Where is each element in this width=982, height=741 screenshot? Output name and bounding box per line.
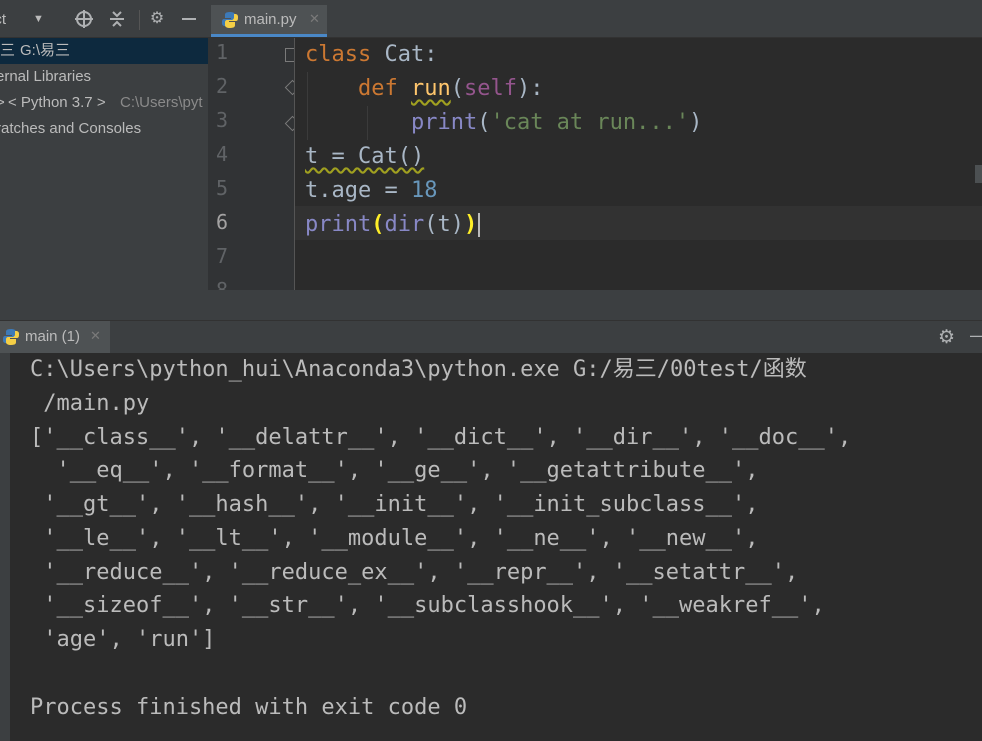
project-panel: ect ▼ ⚙ 三 G:\易三 ernal Libraries > < Pyth… <box>0 0 208 320</box>
matched-brace: ( <box>371 212 385 237</box>
tree-item-label: ratches and Consoles <box>0 120 142 137</box>
fold-marker-icon[interactable] <box>285 48 294 62</box>
line-number: 7 <box>216 244 229 268</box>
line-number: 1 <box>216 40 229 64</box>
builtin-call: print <box>305 212 372 237</box>
run-tab-main[interactable]: main (1) ✕ <box>0 321 110 353</box>
code-line-3: print('cat at run...') <box>305 106 702 140</box>
console-line: '__reduce__', '__reduce_ex__', '__repr__… <box>30 560 799 585</box>
matched-brace: ) <box>463 212 478 237</box>
console-line: ['__class__', '__delattr__', '__dict__',… <box>30 425 852 450</box>
project-view-selector[interactable]: ect <box>0 11 6 28</box>
code-text: t.age = <box>305 178 411 203</box>
editor-tab-bar: main.py ✕ <box>208 0 982 38</box>
gear-icon[interactable]: ⚙ <box>938 326 955 349</box>
tree-item-python-sdk[interactable]: > < Python 3.7 > C:\Users\pyt <box>0 90 208 116</box>
code-text: ( <box>477 110 491 135</box>
editor-bottom-area <box>208 290 982 320</box>
run-toolbar-strip <box>0 353 10 741</box>
code-line-2: def run(self): <box>305 72 543 106</box>
code-editor[interactable]: class Cat: def run(self): print('cat at … <box>295 38 982 290</box>
console-line: '__le__', '__lt__', '__module__', '__ne_… <box>30 526 759 551</box>
tree-item-path: C:\Users\pyt <box>120 94 203 111</box>
console-line: '__gt__', '__hash__', '__init__', '__ini… <box>30 492 759 517</box>
code-line-5: t.age = 18 <box>305 174 437 208</box>
code-text: Cat: <box>371 42 438 67</box>
keyword: class <box>305 42 372 67</box>
run-panel-header: main (1) ✕ ⚙ — <box>0 320 982 354</box>
fold-marker-icon[interactable] <box>284 79 294 96</box>
project-tree: 三 G:\易三 ernal Libraries > < Python 3.7 >… <box>0 38 208 142</box>
tree-item-label: G:\易三 <box>20 42 71 59</box>
tab-main-py[interactable]: main.py ✕ <box>211 5 327 37</box>
number-literal: 18 <box>410 178 438 203</box>
close-icon[interactable]: ✕ <box>309 11 320 27</box>
self-param: self <box>463 76 517 101</box>
console-line: C:\Users\python_hui\Anaconda3\python.exe… <box>30 357 807 382</box>
tree-item-project-root[interactable]: 三 G:\易三 <box>0 38 208 64</box>
gear-icon[interactable]: ⚙ <box>148 10 166 28</box>
run-tab-label: main (1) <box>25 328 81 345</box>
python-icon <box>2 328 20 351</box>
line-number-gutter: 1 2 3 4 5 6 7 8 <box>208 38 295 290</box>
console-line: /main.py <box>30 391 150 416</box>
tree-item-label: < Python 3.7 > <box>8 94 106 111</box>
console-line: '__eq__', '__format__', '__ge__', '__get… <box>30 458 759 483</box>
minimize-icon[interactable] <box>180 10 198 28</box>
close-icon[interactable]: ✕ <box>90 328 101 344</box>
string-literal: 'cat at run...' <box>490 110 690 135</box>
project-toolbar: ect ▼ ⚙ <box>0 0 208 38</box>
code-text: (t) <box>424 212 464 237</box>
minimize-icon[interactable]: — <box>970 325 982 346</box>
python-icon <box>221 11 239 34</box>
builtin-call: print <box>410 110 478 135</box>
toolbar-divider <box>139 10 140 30</box>
code-text: ) <box>689 110 703 135</box>
line-number: 3 <box>216 108 229 132</box>
collapse-icon[interactable] <box>108 10 126 28</box>
scrollbar-marker[interactable] <box>975 165 982 183</box>
builtin-call: dir <box>384 212 425 237</box>
line-number: 8 <box>216 278 229 290</box>
code-line-1: class Cat: <box>305 38 437 72</box>
fold-marker-icon[interactable] <box>284 115 294 132</box>
tab-label: main.py <box>244 11 297 28</box>
code-text: t = Cat() <box>305 144 425 169</box>
tree-item-prefix: > <box>0 94 5 111</box>
tree-item-label: ernal Libraries <box>0 68 92 85</box>
code-text: ): <box>516 76 544 101</box>
console-line: Process finished with exit code 0 <box>30 695 468 720</box>
line-number: 2 <box>216 74 229 98</box>
line-number: 5 <box>216 176 229 200</box>
tree-item-scratches[interactable]: ratches and Consoles <box>0 116 208 142</box>
chevron-down-icon[interactable]: ▼ <box>33 13 44 25</box>
tree-item-prefix: 三 <box>0 42 16 59</box>
line-number: 4 <box>216 142 229 166</box>
code-text: ( <box>450 76 464 101</box>
console-line: 'age', 'run'] <box>30 627 216 652</box>
code-line-4: t = Cat() <box>305 140 424 174</box>
code-line-6: print(dir(t)) <box>305 208 481 242</box>
keyword: def <box>357 76 398 101</box>
console-line: '__sizeof__', '__str__', '__subclasshook… <box>30 593 825 618</box>
crosshair-icon[interactable] <box>75 10 93 28</box>
line-number: 6 <box>216 210 229 234</box>
console-output[interactable]: C:\Users\python_hui\Anaconda3\python.exe… <box>10 353 982 741</box>
horizontal-scrollbar[interactable] <box>208 290 982 320</box>
function-name: run <box>410 76 451 101</box>
text-caret <box>478 213 481 237</box>
tree-item-external-libraries[interactable]: ernal Libraries <box>0 64 208 90</box>
